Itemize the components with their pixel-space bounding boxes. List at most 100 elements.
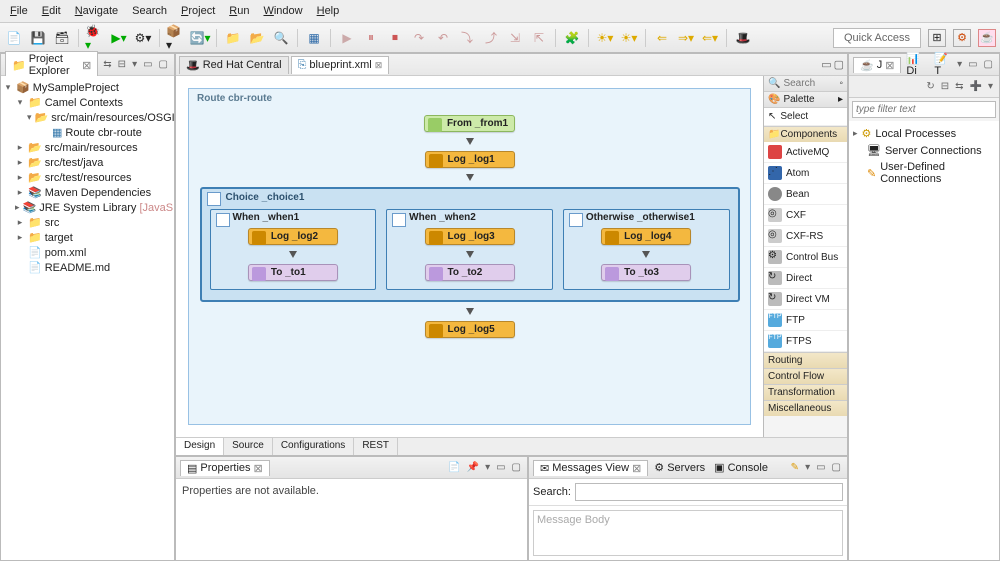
menu-navigate[interactable]: Navigate [69, 2, 124, 20]
log-node-5[interactable]: Log _log5 [425, 321, 515, 338]
menu-search[interactable]: Search [126, 2, 173, 20]
t4-icon[interactable]: ⤴ [481, 28, 501, 48]
step-icon[interactable]: ▶ [337, 28, 357, 48]
menu-icon[interactable]: ▾ [803, 462, 812, 473]
up-icon[interactable]: ⇐▾ [700, 28, 720, 48]
menu2-icon[interactable]: ▾ [986, 81, 995, 92]
redhat-icon[interactable]: 🎩 [733, 28, 753, 48]
close-icon[interactable]: ⊠ [82, 59, 91, 72]
tab-rest[interactable]: REST [354, 438, 398, 455]
menu-project[interactable]: Project [175, 2, 221, 20]
log-node-3[interactable]: Log _log3 [425, 228, 515, 245]
t9-icon[interactable]: ☀▾ [619, 28, 639, 48]
save-all-icon[interactable]: 🗃 [52, 28, 72, 48]
run-ext-icon[interactable]: ⚙▾ [133, 28, 153, 48]
drawer-transformation[interactable]: Transformation [764, 384, 847, 400]
otherwise-branch[interactable]: Otherwise _otherwise1 Log _log4 To _to3 [563, 209, 730, 290]
palette-item[interactable]: ActiveMQ [764, 142, 847, 163]
link-editor-icon[interactable]: ⇆ [101, 59, 113, 70]
choice-node[interactable]: Choice _choice1 When _when1 Log _log2 [200, 187, 740, 302]
message-body-box[interactable]: Message Body [533, 510, 843, 556]
maximize-icon[interactable]: ▢ [510, 462, 523, 473]
minimize-icon[interactable]: ▭ [966, 59, 979, 70]
log-node-2[interactable]: Log _log2 [248, 228, 338, 245]
menu-edit[interactable]: Edit [36, 2, 67, 20]
clear-icon[interactable]: ◦ [839, 78, 843, 89]
run-icon[interactable]: ▶▾ [109, 28, 129, 48]
menu-file[interactable]: File [4, 2, 34, 20]
palette-item[interactable]: ◎CXF [764, 205, 847, 226]
when2-branch[interactable]: When _when2 Log _log3 To _to2 [386, 209, 553, 290]
palette-select[interactable]: ↖Select [764, 108, 847, 126]
new-icon[interactable]: 📄 [446, 462, 462, 473]
close-icon[interactable]: ⊠ [632, 462, 641, 475]
palette-item[interactable]: ⋰Atom [764, 163, 847, 184]
palette-search[interactable] [783, 78, 823, 89]
jmx-tab[interactable]: ☕J⊠ [853, 57, 901, 73]
new-icon[interactable]: 📄 [4, 28, 24, 48]
folder-icon[interactable]: 📁 [223, 28, 243, 48]
persp2-icon[interactable]: ⚙ [953, 29, 971, 47]
quick-access[interactable]: Quick Access [833, 28, 921, 48]
t3-icon[interactable]: ⤵ [457, 28, 477, 48]
tab-blueprint[interactable]: ⎘ blueprint.xml ⊠ [291, 56, 390, 74]
properties-tab[interactable]: ▤ Properties ⊠ [180, 460, 270, 476]
link-icon[interactable]: ✎ [789, 462, 801, 473]
menu-help[interactable]: Help [311, 2, 346, 20]
refresh-icon[interactable]: 🔄▾ [190, 28, 210, 48]
to-node-3[interactable]: To _to3 [601, 264, 691, 281]
project-tree[interactable]: ▾📦MySampleProject ▾📁Camel Contexts ▾📂src… [1, 76, 174, 560]
link-icon[interactable]: ⇆ [953, 81, 965, 92]
minimize-icon[interactable]: ▭ [494, 462, 507, 473]
maximize-icon[interactable]: ▢ [982, 59, 995, 70]
collapse-icon[interactable]: ⊟ [116, 59, 128, 70]
menu-run[interactable]: Run [223, 2, 255, 20]
fwd-icon[interactable]: ⇒▾ [676, 28, 696, 48]
toggle-icon[interactable]: ▦ [304, 28, 324, 48]
new-conn-icon[interactable]: ➕ [968, 81, 984, 92]
palette-item[interactable]: ↻Direct [764, 268, 847, 289]
drawer-misc[interactable]: Miscellaneous [764, 400, 847, 416]
drawer-components[interactable]: 📁Components [764, 126, 847, 142]
t8-icon[interactable]: ☀▾ [595, 28, 615, 48]
jmx-tree[interactable]: ▸⚙Local Processes 🖥Server Connections ✎U… [849, 121, 999, 560]
maximize-icon[interactable]: ▢ [834, 58, 844, 71]
tab-design[interactable]: Design [176, 438, 224, 455]
route-canvas[interactable]: Route cbr-route From _from1 Log _log1 Ch… [176, 76, 763, 437]
drawer-controlflow[interactable]: Control Flow [764, 368, 847, 384]
menu-icon[interactable]: ▾ [483, 462, 492, 473]
t5-icon[interactable]: ⇲ [505, 28, 525, 48]
menu-icon[interactable]: ▾ [955, 59, 964, 70]
palette-item[interactable]: ↻Direct VM [764, 289, 847, 310]
folder2-icon[interactable]: 📂 [247, 28, 267, 48]
t7-icon[interactable]: 🧩 [562, 28, 582, 48]
minimize-icon[interactable]: ▭ [814, 462, 827, 473]
close-icon[interactable]: ⊠ [254, 462, 263, 475]
save-icon[interactable]: 💾 [28, 28, 48, 48]
drawer-routing[interactable]: Routing [764, 352, 847, 368]
persp3-icon[interactable]: ☕ [978, 29, 996, 47]
messages-search-input[interactable] [575, 483, 843, 501]
debug-icon[interactable]: 🐞▾ [85, 28, 105, 48]
palette-item[interactable]: FTPFTPS [764, 331, 847, 352]
palette-item[interactable]: ◎CXF-RS [764, 226, 847, 247]
palette-item[interactable]: Bean [764, 184, 847, 205]
back-icon[interactable]: ⇐ [652, 28, 672, 48]
tab-config[interactable]: Configurations [273, 438, 354, 455]
new-project-icon[interactable]: 📦▾ [166, 28, 186, 48]
open-icon[interactable]: 🔍 [271, 28, 291, 48]
refresh-icon[interactable]: ↻ [924, 81, 936, 92]
pause-icon[interactable]: ⏸ [361, 28, 381, 48]
log-node-1[interactable]: Log _log1 [425, 151, 515, 168]
persp1-icon[interactable]: ⊞ [928, 29, 946, 47]
maximize-icon[interactable]: ▢ [830, 462, 843, 473]
tab-source[interactable]: Source [224, 438, 273, 455]
messages-tab[interactable]: ✉Messages View⊠ [533, 460, 648, 476]
t1-icon[interactable]: ↷ [409, 28, 429, 48]
console-tab[interactable]: Console [728, 462, 768, 474]
tab-redhat-central[interactable]: 🎩 Red Hat Central [179, 56, 289, 74]
to-node-2[interactable]: To _to2 [425, 264, 515, 281]
maximize-icon[interactable]: ▢ [157, 59, 170, 70]
to-node-1[interactable]: To _to1 [248, 264, 338, 281]
close-icon[interactable]: ⊠ [375, 60, 383, 71]
